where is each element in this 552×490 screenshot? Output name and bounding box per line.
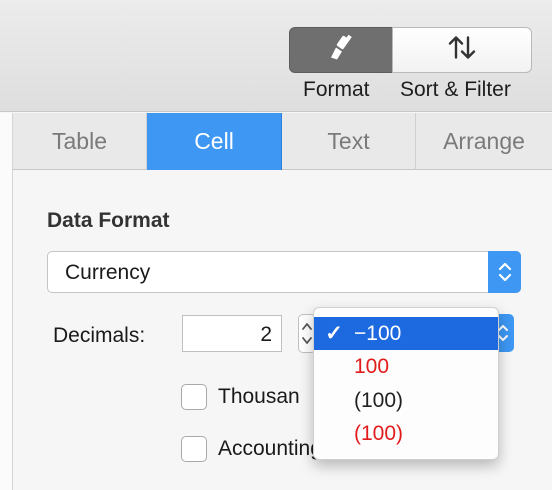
decimals-field[interactable]: 2: [182, 315, 282, 352]
data-format-value: Currency: [65, 261, 151, 284]
format-label: Format: [303, 78, 370, 101]
checkmark-icon: ✓: [325, 322, 343, 345]
menu-item-minus-100[interactable]: ✓ −100: [314, 317, 498, 350]
thousands-separator-checkbox[interactable]: [181, 384, 207, 410]
paintbrush-icon: [327, 34, 355, 67]
sort-filter-button[interactable]: [392, 27, 532, 73]
thousands-separator-label: Thousan: [218, 385, 300, 408]
decimals-label: Decimals:: [53, 324, 146, 347]
sort-filter-label: Sort & Filter: [400, 78, 511, 101]
menu-item-red-100[interactable]: 100: [314, 350, 498, 383]
negative-format-menu: ✓ −100 100 (100) (100): [313, 307, 499, 460]
inspector-tabs: Table Cell Text Arrange: [13, 113, 552, 170]
toolbar: Format Sort & Filter: [0, 0, 552, 112]
tab-cell[interactable]: Cell: [147, 113, 282, 170]
sheet-edge: [0, 113, 13, 490]
menu-item-label: (100): [354, 421, 404, 445]
format-button[interactable]: [289, 27, 393, 73]
data-format-popup[interactable]: Currency: [47, 251, 521, 293]
menu-item-label: −100: [354, 321, 402, 345]
menu-item-red-parens-100[interactable]: (100): [314, 417, 498, 450]
tab-text[interactable]: Text: [282, 113, 416, 170]
accounting-style-label: Accounting: [218, 437, 322, 460]
accounting-style-checkbox[interactable]: [181, 436, 207, 462]
section-title: Data Format: [47, 209, 170, 232]
accounting-style-row[interactable]: Accounting: [181, 436, 322, 462]
tab-arrange[interactable]: Arrange: [416, 113, 552, 170]
decimals-value: 2: [260, 323, 272, 346]
popup-arrows-icon: [488, 251, 521, 293]
tab-table[interactable]: Table: [13, 113, 147, 170]
menu-item-label: (100): [354, 388, 404, 412]
sort-arrows-icon: [447, 35, 477, 66]
thousands-separator-row[interactable]: Thousan: [181, 384, 300, 410]
menu-item-parens-100[interactable]: (100): [314, 384, 498, 417]
menu-item-label: 100: [354, 354, 390, 378]
